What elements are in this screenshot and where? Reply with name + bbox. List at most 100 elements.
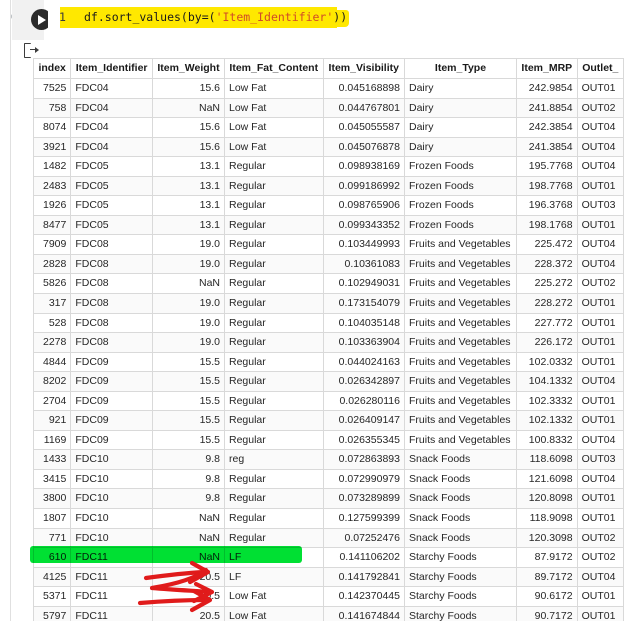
column-header-item-type[interactable]: Item_Type [403, 58, 518, 79]
cell-item-type: Fruits and Vegetables [403, 312, 518, 334]
cell-item-identifier: FDC10 [70, 508, 153, 529]
table-row: 7909 FDC08 19.0 Regular 0.103449993 Fruits an… [32, 234, 624, 255]
cell-outlet: OUT01 [576, 312, 624, 334]
cell-outlet: OUT01 [576, 410, 624, 431]
code-cell[interactable]: ✓ 0s 1 df.sort_values(by=('Item_Identifi… [0, 0, 624, 42]
cell-index: 317 [32, 293, 72, 314]
column-header-item-weight[interactable]: Item_Weight [151, 58, 226, 79]
cell-item-identifier: FDC08 [70, 332, 153, 353]
cell-item-type: Dairy [403, 117, 518, 138]
cell-item-mrp: 120.8098 [516, 488, 578, 510]
table-row: 8074 FDC04 15.6 Low Fat 0.045055587 Dairy 242.… [32, 117, 624, 138]
cell-index: 528 [32, 312, 72, 334]
cell-item-type: Dairy [403, 136, 518, 158]
cell-item-fat-content: Regular [224, 156, 324, 177]
column-header-index[interactable]: index [32, 58, 72, 79]
cell-item-type: Starchy Foods [403, 605, 518, 621]
cell-item-mrp: 242.9854 [516, 78, 578, 99]
table-row: 5371 FDC11 20.5 Low Fat 0.142370445 Starchy F… [32, 586, 624, 607]
table-row: 3800 FDC10 9.8 Regular 0.073289899 Snack Food… [32, 488, 624, 510]
cell-item-visibility: 0.103363904 [322, 332, 405, 353]
cell-item-type: Snack Foods [403, 468, 518, 490]
cell-item-weight: NaN [151, 547, 226, 568]
column-header-item-identifier[interactable]: Item_Identifier [70, 58, 153, 79]
table-row: 3415 FDC10 9.8 Regular 0.072990979 Snack Food… [32, 468, 624, 490]
cell-item-visibility: 0.104035148 [322, 312, 405, 334]
cell-item-identifier: FDC04 [70, 78, 153, 99]
cell-index: 921 [32, 410, 72, 431]
cell-item-fat-content: Regular [224, 332, 324, 353]
cell-item-fat-content: Regular [224, 273, 324, 295]
column-header-outlet[interactable]: Outlet_ [576, 58, 624, 79]
cell-item-visibility: 0.045168898 [322, 78, 405, 99]
cell-item-mrp: 198.7768 [516, 175, 578, 197]
cell-index: 1807 [32, 508, 72, 529]
cell-item-type: Frozen Foods [403, 156, 518, 177]
cell-index: 1926 [32, 195, 72, 216]
cell-item-weight: NaN [151, 527, 226, 549]
cell-item-fat-content: Regular [224, 293, 324, 314]
table-row: 528 FDC08 19.0 Regular 0.104035148 Fruits and… [32, 312, 624, 334]
cell-item-visibility: 0.10361083 [322, 253, 405, 275]
cell-item-visibility: 0.099343352 [322, 214, 405, 236]
cell-item-weight: 19.0 [151, 312, 226, 334]
cell-item-identifier: FDC05 [70, 175, 153, 197]
cell-item-visibility: 0.141106202 [322, 547, 405, 568]
cell-item-fat-content: Regular [224, 390, 324, 412]
cell-item-mrp: 102.3332 [516, 390, 578, 412]
cell-item-visibility: 0.045076878 [322, 136, 405, 158]
cell-item-visibility: 0.103449993 [322, 234, 405, 255]
cell-item-fat-content: Regular [224, 508, 324, 529]
table-head: index Item_Identifier Item_Weight Item_F… [32, 58, 624, 79]
line-number-label: 1 [59, 10, 66, 24]
code-line-container[interactable]: 1 df.sort_values(by=('Item_Identifier')) [48, 0, 624, 40]
cell-item-visibility: 0.098938169 [322, 156, 405, 177]
output-bracket-shape [24, 43, 31, 58]
cell-item-fat-content: Regular [224, 214, 324, 236]
cell-item-weight: 15.6 [151, 136, 226, 158]
run-button-container[interactable] [12, 0, 52, 40]
cell-index: 610 [32, 547, 72, 568]
cell-index: 2278 [32, 332, 72, 353]
cell-index: 4844 [32, 351, 72, 373]
column-header-item-fat-content[interactable]: Item_Fat_Content [224, 58, 324, 79]
cell-index: 4125 [32, 566, 72, 588]
cell-item-mrp: 100.8332 [516, 429, 578, 451]
column-header-item-mrp[interactable]: Item_MRP [516, 58, 578, 79]
cell-item-fat-content: Regular [224, 371, 324, 392]
table-row: 1169 FDC09 15.5 Regular 0.026355345 Fruits an… [32, 429, 624, 451]
cell-item-identifier: FDC09 [70, 351, 153, 373]
code-text[interactable]: df.sort_values(by=('Item_Identifier')) [84, 10, 347, 24]
cell-item-mrp: 228.372 [516, 253, 578, 275]
cell-item-fat-content: Regular [224, 175, 324, 197]
cell-item-weight: 15.5 [151, 390, 226, 412]
cell-item-mrp: 118.6098 [516, 449, 578, 470]
cell-item-mrp: 90.6172 [516, 586, 578, 607]
table-header-row: index Item_Identifier Item_Weight Item_F… [32, 58, 624, 79]
cell-item-identifier: FDC08 [70, 273, 153, 295]
column-header-item-visibility[interactable]: Item_Visibility [322, 58, 405, 79]
cell-item-identifier: FDC10 [70, 488, 153, 510]
table-body: 7525 FDC04 15.6 Low Fat 0.045168898 Dairy 242.… [32, 78, 624, 621]
table-row: 8202 FDC09 15.5 Regular 0.026342897 Fruits an… [32, 371, 624, 392]
cell-item-weight: NaN [151, 97, 226, 119]
cell-outlet: OUT01 [576, 214, 624, 236]
cell-index: 5826 [32, 273, 72, 295]
cell-item-identifier: FDC08 [70, 234, 153, 255]
cell-item-weight: NaN [151, 508, 226, 529]
notebook-screenshot: ✓ 0s 1 df.sort_values(by=('Item_Identifi… [0, 0, 624, 621]
cell-index: 8074 [32, 117, 72, 138]
cell-index: 2828 [32, 253, 72, 275]
table-row: 5826 FDC08 NaN Regular 0.102949031 Fruits and… [32, 273, 624, 295]
table-row: 2704 FDC09 15.5 Regular 0.026280116 Fruits an… [32, 390, 624, 412]
table-row: 317 FDC08 19.0 Regular 0.173154079 Fruits and… [32, 293, 624, 314]
cell-item-type: Fruits and Vegetables [403, 293, 518, 314]
cell-item-identifier: FDC05 [70, 214, 153, 236]
table-row: 5797 FDC11 20.5 Low Fat 0.141674844 Starchy F… [32, 605, 624, 621]
cell-outlet: OUT01 [576, 175, 624, 197]
cell-item-type: Fruits and Vegetables [403, 273, 518, 295]
table-row: 1482 FDC05 13.1 Regular 0.098938169 Frozen Fo… [32, 156, 624, 177]
cell-item-fat-content: Low Fat [224, 97, 324, 119]
cell-item-identifier: FDC11 [70, 566, 153, 588]
table-row: 1926 FDC05 13.1 Regular 0.098765906 Frozen Fo… [32, 195, 624, 216]
